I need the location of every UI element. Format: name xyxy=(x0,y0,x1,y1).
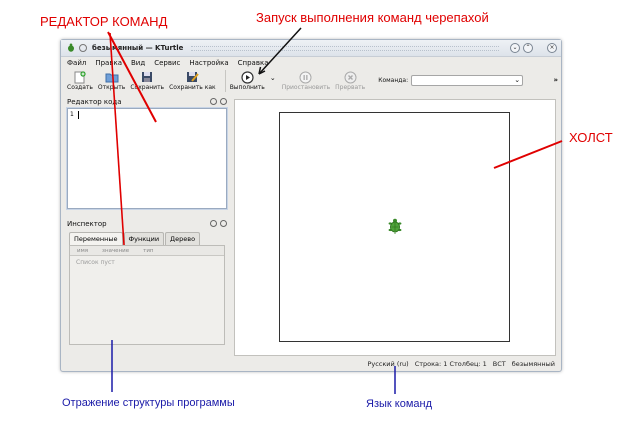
float-panel-icon[interactable] xyxy=(210,220,217,227)
chevron-down-icon[interactable]: ⌄ xyxy=(514,76,520,84)
close-panel-icon[interactable] xyxy=(220,98,227,105)
code-editor[interactable]: 1 xyxy=(67,108,227,209)
kturtle-window: безымянный — KTurtle ⌄ ⌃ × Файл Правка В… xyxy=(60,39,562,372)
editor-panel-title: Редактор кода xyxy=(67,97,122,106)
status-cursor-position: Строка: 1 Столбец: 1 xyxy=(414,360,487,368)
menu-bar: Файл Правка Вид Сервис Настройка Справка xyxy=(61,57,561,68)
abort-label: Прервать xyxy=(335,84,366,91)
title-grip xyxy=(191,45,499,51)
menu-help[interactable]: Справка xyxy=(238,59,269,67)
column-value[interactable]: значение xyxy=(102,248,129,254)
create-label: Создать xyxy=(67,84,93,91)
minimize-button[interactable]: ⌄ xyxy=(510,43,520,53)
menu-tools[interactable]: Сервис xyxy=(154,59,180,67)
command-label: Команда: xyxy=(378,77,409,84)
play-icon xyxy=(241,70,254,84)
pause-icon xyxy=(299,70,312,84)
left-dock: Редактор кода 1 Инспектор Переменные Фун… xyxy=(64,96,230,356)
save-as-label: Сохранить как xyxy=(169,84,216,91)
save-as-button[interactable]: Сохранить как xyxy=(169,70,216,91)
inspector-panel-title: Инспектор xyxy=(67,219,107,228)
close-button[interactable]: × xyxy=(547,43,557,53)
annotation-program-structure: Отражение структуры программы xyxy=(62,397,235,409)
editor-panel-header: Редактор кода xyxy=(64,96,230,107)
command-combobox[interactable]: ⌄ xyxy=(411,75,524,86)
menu-edit[interactable]: Правка xyxy=(95,59,122,67)
pin-icon[interactable] xyxy=(79,44,87,52)
open-folder-icon xyxy=(105,70,119,84)
open-button[interactable]: Открыть xyxy=(98,70,125,91)
save-disk-icon xyxy=(141,70,153,84)
status-language[interactable]: Русский (ru) xyxy=(367,360,408,368)
float-panel-icon[interactable] xyxy=(210,98,217,105)
screenshot-page: РЕДАКТОР КОМАНД Запуск выполнения команд… xyxy=(0,0,640,430)
save-as-icon xyxy=(186,70,199,84)
column-type[interactable]: тип xyxy=(143,248,153,254)
main-toolbar: Создать Открыть Сохранить Сохранить как xyxy=(61,68,561,93)
tab-tree[interactable]: Дерево xyxy=(165,232,201,245)
open-label: Открыть xyxy=(97,84,126,91)
annotation-command-language: Язык команд xyxy=(366,398,432,410)
save-button[interactable]: Сохранить xyxy=(130,70,164,91)
create-button[interactable]: Создать xyxy=(67,70,93,91)
inspector-panel-header: Инспектор xyxy=(64,218,230,229)
variables-list[interactable]: имя значение тип Список пуст xyxy=(69,245,225,345)
annotation-run-commands: Запуск выполнения команд черепахой xyxy=(256,10,489,25)
text-cursor xyxy=(78,111,79,119)
run-button[interactable]: Выполнить xyxy=(230,70,265,91)
run-speed-dropdown-icon[interactable]: ⌄ xyxy=(270,74,276,82)
canvas-area xyxy=(234,99,556,356)
toolbar-separator xyxy=(224,69,226,92)
abort-button[interactable]: Прервать xyxy=(335,70,365,91)
status-bar: Русский (ru) Строка: 1 Столбец: 1 ВСТ бе… xyxy=(61,357,561,371)
maximize-button[interactable]: ⌃ xyxy=(523,43,533,53)
pause-button[interactable]: Приостановить xyxy=(282,70,330,91)
column-name[interactable]: имя xyxy=(77,248,88,254)
title-bar[interactable]: безымянный — KTurtle ⌄ ⌃ × xyxy=(61,40,561,57)
turtle-app-icon xyxy=(65,43,76,54)
tab-functions[interactable]: Функции xyxy=(123,232,165,245)
annotation-canvas: ХОЛСТ xyxy=(569,130,613,145)
annotation-code-editor: РЕДАКТОР КОМАНД xyxy=(40,14,168,29)
pause-label: Приостановить xyxy=(281,84,331,91)
inspector-tabs: Переменные Функции Дерево xyxy=(69,232,230,245)
menu-file[interactable]: Файл xyxy=(67,59,86,67)
status-file-name: безымянный xyxy=(511,360,555,368)
turtle-icon xyxy=(387,218,403,238)
menu-view[interactable]: Вид xyxy=(131,59,145,67)
run-label: Выполнить xyxy=(229,84,265,91)
new-file-icon xyxy=(74,70,86,84)
tab-variables[interactable]: Переменные xyxy=(69,232,123,245)
menu-settings[interactable]: Настройка xyxy=(189,59,228,67)
empty-list-text: Список пуст xyxy=(76,259,115,266)
toolbar-overflow-button[interactable]: » xyxy=(553,76,558,84)
window-title: безымянный — KTurtle xyxy=(92,44,184,52)
inspector-panel: Инспектор Переменные Функции Дерево имя … xyxy=(64,218,230,345)
variables-header: имя значение тип xyxy=(70,246,224,256)
save-label: Сохранить xyxy=(130,84,165,91)
close-panel-icon[interactable] xyxy=(220,220,227,227)
status-insert-mode: ВСТ xyxy=(492,360,506,368)
drawing-canvas[interactable] xyxy=(279,112,510,342)
line-number: 1 xyxy=(70,111,74,118)
stop-icon xyxy=(344,70,357,84)
